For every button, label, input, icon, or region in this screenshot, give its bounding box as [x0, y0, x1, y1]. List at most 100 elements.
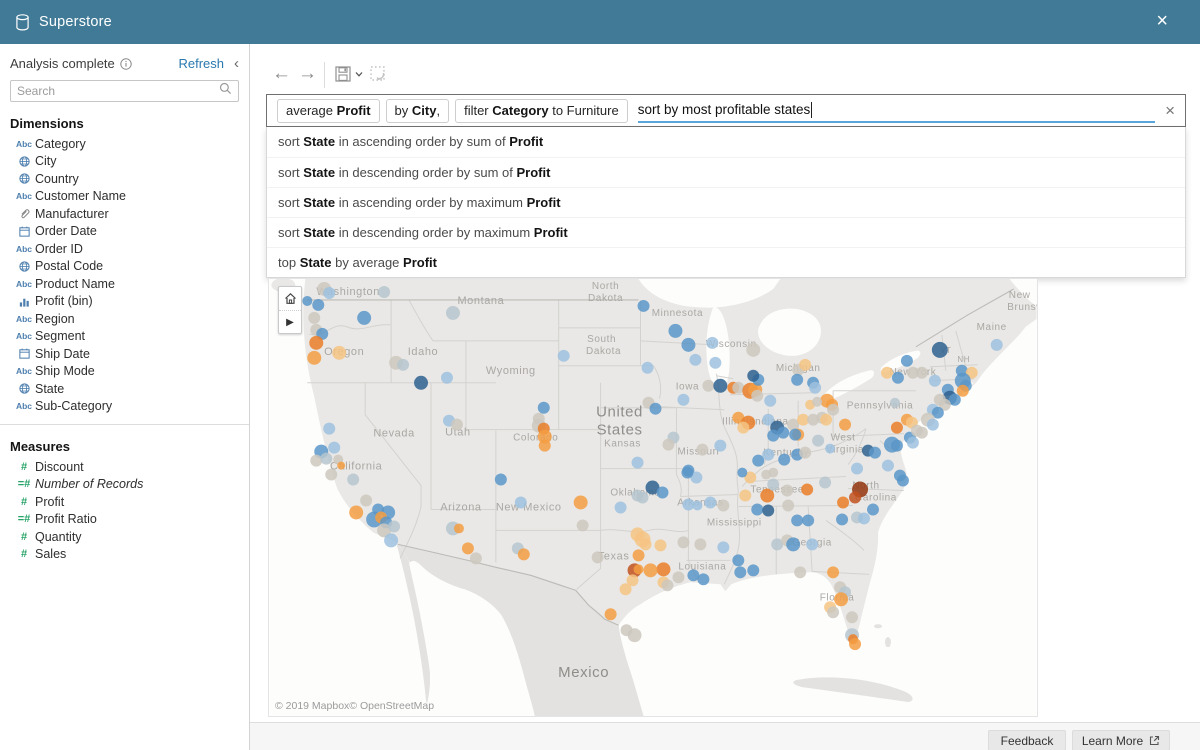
map-dot[interactable]: [915, 366, 928, 379]
map-dot[interactable]: [928, 374, 941, 387]
redo-button[interactable]: →: [298, 62, 317, 86]
map-dot[interactable]: [737, 421, 750, 434]
field-row[interactable]: City: [0, 153, 249, 171]
map-dot[interactable]: [323, 286, 336, 299]
search-input[interactable]: [17, 84, 219, 98]
map-dot[interactable]: [643, 563, 658, 578]
field-row[interactable]: Country: [0, 170, 249, 188]
clear-query-icon[interactable]: ×: [1165, 101, 1175, 120]
map-dot[interactable]: [801, 483, 814, 496]
map-dot[interactable]: [747, 564, 760, 577]
map-dot[interactable]: [799, 358, 812, 371]
map-dot[interactable]: [453, 523, 464, 534]
map-dot[interactable]: [834, 592, 849, 607]
query-pill[interactable]: filter Category to Furniture: [455, 98, 628, 123]
map-dot[interactable]: [739, 489, 752, 502]
map-dot[interactable]: [661, 579, 674, 592]
query-typed-text[interactable]: sort by most profitable states: [637, 99, 1156, 123]
map-dot[interactable]: [706, 336, 719, 349]
map-dot[interactable]: [867, 503, 879, 516]
query-pill[interactable]: by City,: [385, 98, 450, 123]
map-dot[interactable]: [786, 537, 801, 552]
map-dot[interactable]: [347, 473, 360, 486]
map-dot[interactable]: [896, 474, 909, 487]
map-dot[interactable]: [332, 345, 347, 360]
field-row[interactable]: # Profit: [0, 493, 249, 511]
map-dot[interactable]: [794, 566, 807, 579]
map-dot[interactable]: [310, 454, 323, 467]
map-dot[interactable]: [677, 393, 690, 406]
map-dot[interactable]: [654, 539, 667, 552]
map-dot[interactable]: [713, 378, 728, 393]
map-dot[interactable]: [662, 438, 675, 451]
map-dot[interactable]: [697, 573, 710, 586]
map-dot[interactable]: [384, 533, 399, 548]
map-dot[interactable]: [764, 394, 777, 407]
map-dot[interactable]: [672, 571, 685, 584]
rerun-query-icon[interactable]: [368, 64, 388, 84]
map-dot[interactable]: [717, 499, 730, 512]
map-dot[interactable]: [445, 305, 460, 320]
map-dot[interactable]: [357, 310, 372, 325]
map-home-button[interactable]: [279, 287, 301, 310]
map-dot[interactable]: [990, 338, 1003, 351]
map-dot[interactable]: [656, 486, 669, 499]
map-dot[interactable]: [641, 361, 654, 374]
suggestion-item[interactable]: sort State in ascending order by sum of …: [267, 127, 1185, 157]
map-dot[interactable]: [820, 413, 833, 426]
map-dot[interactable]: [689, 353, 702, 366]
map-dot[interactable]: [802, 514, 815, 527]
map-dot[interactable]: [778, 453, 791, 466]
map-dot[interactable]: [900, 354, 913, 367]
map-dot[interactable]: [692, 500, 703, 511]
map-dot[interactable]: [926, 418, 939, 431]
map-dot[interactable]: [469, 552, 482, 565]
field-row[interactable]: Postal Code: [0, 258, 249, 276]
map-dot[interactable]: [388, 520, 401, 533]
map-dot[interactable]: [619, 583, 632, 596]
map-dot[interactable]: [537, 401, 550, 414]
map-dot[interactable]: [760, 488, 775, 503]
suggestion-item[interactable]: top State by average Profit: [267, 247, 1185, 277]
map-dot[interactable]: [836, 513, 849, 526]
map-dot[interactable]: [627, 628, 642, 643]
suggestion-item[interactable]: sort State in descending order by sum of…: [267, 157, 1185, 187]
map-dot[interactable]: [781, 484, 794, 497]
field-row[interactable]: # Quantity: [0, 528, 249, 546]
map-dot[interactable]: [704, 496, 717, 509]
map-dot[interactable]: [849, 638, 862, 651]
map-dot[interactable]: [360, 494, 373, 507]
map-dot[interactable]: [308, 311, 321, 324]
query-pill[interactable]: average Profit: [277, 98, 380, 123]
map-dot[interactable]: [806, 538, 819, 551]
map-dot[interactable]: [461, 542, 474, 555]
map-dot[interactable]: [827, 566, 840, 579]
field-row[interactable]: Abc Sub-Category: [0, 398, 249, 416]
field-row[interactable]: Abc Product Name: [0, 275, 249, 293]
field-row[interactable]: Abc Category: [0, 135, 249, 153]
undo-button[interactable]: ←: [272, 62, 291, 86]
map-dot[interactable]: [812, 396, 823, 407]
map-dot[interactable]: [751, 503, 764, 516]
map-dot[interactable]: [378, 285, 391, 298]
map-dot[interactable]: [709, 356, 722, 369]
map-dot[interactable]: [717, 541, 730, 554]
map-dot[interactable]: [906, 436, 919, 449]
collapse-pane-icon[interactable]: ‹: [234, 55, 239, 72]
map-dot[interactable]: [694, 538, 707, 551]
refresh-link[interactable]: Refresh: [178, 56, 224, 71]
map-dot[interactable]: [714, 439, 727, 452]
map-dot[interactable]: [307, 350, 322, 365]
map-dot[interactable]: [637, 299, 650, 312]
map-dot[interactable]: [791, 514, 804, 527]
map-dot[interactable]: [880, 366, 893, 379]
map-dot[interactable]: [414, 375, 429, 390]
map-dot[interactable]: [604, 608, 617, 621]
map-dot[interactable]: [631, 456, 644, 469]
map-dot[interactable]: [891, 371, 904, 384]
map-dot[interactable]: [302, 295, 313, 306]
map-dot[interactable]: [312, 298, 325, 311]
map-dot[interactable]: [633, 564, 644, 575]
map-dot[interactable]: [827, 606, 840, 619]
map-dot[interactable]: [889, 397, 900, 408]
